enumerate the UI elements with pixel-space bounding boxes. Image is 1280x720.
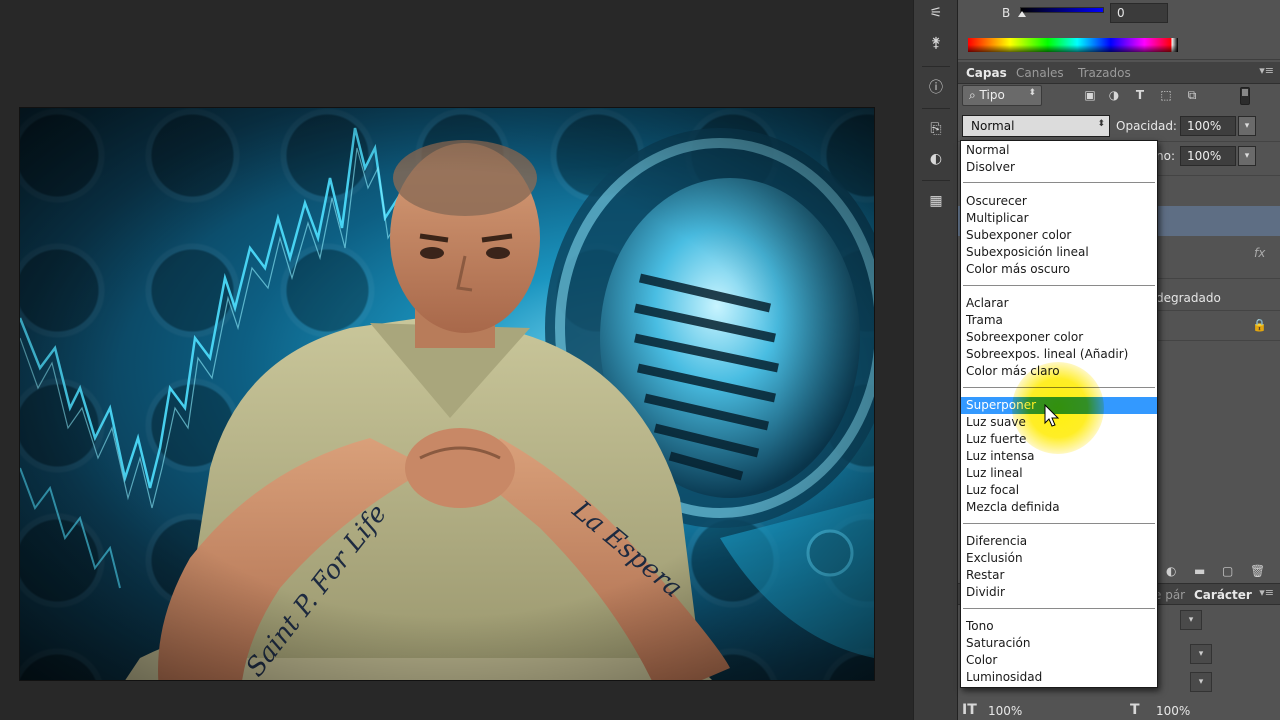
tab-trazados[interactable]: Trazados — [1078, 66, 1131, 80]
divider — [1154, 340, 1280, 341]
divider — [922, 66, 950, 67]
tab-canales[interactable]: Canales — [1016, 66, 1064, 80]
smart-object-filter-icon[interactable]: ⧉ — [1184, 87, 1200, 103]
menu-separator — [963, 523, 1155, 524]
panel-menu-icon[interactable]: ▾≡ — [1259, 64, 1274, 77]
divider — [1154, 278, 1280, 279]
blend-mode-select[interactable]: Normal ⬍ — [962, 115, 1110, 137]
menu-separator — [963, 608, 1155, 609]
menu-item-disolver[interactable]: Disolver — [961, 159, 1157, 176]
layers-panel-tabs: Capas Canales Trazados ▾≡ — [958, 62, 1280, 84]
blend-group-inversion: Diferencia Exclusión Restar Dividir — [961, 533, 1157, 601]
menu-separator — [963, 182, 1155, 183]
tab-paragraph[interactable]: e pár — [1154, 588, 1185, 602]
horizontal-scale-icon: T — [1130, 702, 1140, 718]
slider-thumb[interactable] — [1018, 11, 1026, 17]
blend-group-darken: Oscurecer Multiplicar Subexponer color S… — [961, 193, 1157, 278]
opacity-dropdown-button[interactable]: ▾ — [1238, 116, 1256, 136]
horizontal-scale-field[interactable]: 100% — [1156, 704, 1190, 718]
layer-name[interactable]: degradado — [1156, 291, 1221, 305]
new-group-icon[interactable]: ▬ — [1194, 564, 1205, 578]
channel-label: B — [1002, 6, 1011, 20]
brush-presets-icon[interactable]: ⚵ — [923, 32, 949, 54]
panel-icon-strip: ⚟ ⚵ ⓘ ⎘ ◐ ▦ — [913, 0, 958, 720]
trash-icon[interactable]: 🗑 — [1250, 564, 1265, 578]
adjustment-filter-icon[interactable]: ◑ — [1106, 87, 1122, 103]
person-figure: Saint P. For Life La Espera — [125, 140, 730, 680]
tab-capas[interactable]: Capas — [966, 66, 1007, 80]
history-icon[interactable]: ⎘ — [923, 118, 949, 140]
updown-icon: ⬍ — [1097, 119, 1105, 129]
blend-group-component: Tono Saturación Color Luminosidad — [961, 618, 1157, 686]
mouse-pointer-icon — [1044, 404, 1060, 427]
blend-group-normal: Normal Disolver — [961, 142, 1157, 176]
shape-filter-icon[interactable]: ⬚ — [1158, 87, 1174, 103]
fill-label: no: — [1156, 149, 1175, 163]
opacity-label: Opacidad: — [1116, 119, 1177, 133]
layer-actions-bar: ◐ ▬ ▢ 🗑 — [1156, 562, 1280, 582]
menu-item-oscurecer[interactable]: Oscurecer — [961, 193, 1157, 210]
adjustment-layer-icon[interactable]: ◐ — [1166, 564, 1176, 578]
pixel-filter-icon[interactable]: ▣ — [1082, 87, 1098, 103]
blend-row: Normal ⬍ Opacidad: 100% ▾ — [958, 114, 1280, 142]
menu-item-subexponer-color[interactable]: Subexponer color — [961, 227, 1157, 244]
color-panel: B 0 — [958, 0, 1280, 60]
font-style-dropdown[interactable]: ▾ — [1180, 610, 1202, 630]
menu-item-saturacion[interactable]: Saturación — [961, 635, 1157, 652]
divider — [1154, 310, 1280, 311]
menu-item-diferencia[interactable]: Diferencia — [961, 533, 1157, 550]
filter-label: Tipo — [979, 88, 1005, 102]
search-icon: ⌕ — [969, 88, 980, 102]
fill-dropdown-button[interactable]: ▾ — [1238, 146, 1256, 166]
divider — [922, 108, 950, 109]
divider — [922, 180, 950, 181]
type-filter-icon[interactable]: T — [1132, 87, 1148, 103]
leading-dropdown[interactable]: ▾ — [1190, 644, 1212, 664]
menu-item-color[interactable]: Color — [961, 652, 1157, 669]
layer-comps-icon[interactable]: ▦ — [923, 190, 949, 212]
menu-item-mezcla-definida[interactable]: Mezcla definida — [961, 499, 1157, 516]
adjustment-circle-icon[interactable]: ◐ — [923, 148, 949, 170]
menu-item-restar[interactable]: Restar — [961, 567, 1157, 584]
document-canvas-area[interactable]: Saint P. For Life La Espera — [0, 0, 913, 720]
channel-value-field[interactable]: 0 — [1110, 3, 1168, 23]
menu-item-multiplicar[interactable]: Multiplicar — [961, 210, 1157, 227]
channel-slider[interactable] — [1020, 7, 1104, 13]
adjustments-icon[interactable]: ⚟ — [923, 2, 949, 24]
panel-menu-icon[interactable]: ▾≡ — [1259, 586, 1274, 599]
divider — [1154, 175, 1280, 176]
color-spectrum-bar[interactable] — [968, 38, 1178, 52]
menu-item-luminosidad[interactable]: Luminosidad — [961, 669, 1157, 686]
menu-item-normal[interactable]: Normal — [961, 142, 1157, 159]
menu-separator — [963, 285, 1155, 286]
lock-icon: 🔒 — [1252, 318, 1267, 332]
menu-item-luz-focal[interactable]: Luz focal — [961, 482, 1157, 499]
menu-item-trama[interactable]: Trama — [961, 312, 1157, 329]
menu-item-sobreexpos-lineal[interactable]: Sobreexpos. lineal (Añadir) — [961, 346, 1157, 363]
menu-item-sobreexponer-color[interactable]: Sobreexponer color — [961, 329, 1157, 346]
menu-item-dividir[interactable]: Dividir — [961, 584, 1157, 601]
new-layer-icon[interactable]: ▢ — [1222, 564, 1233, 578]
tab-caracter[interactable]: Carácter — [1194, 588, 1252, 602]
layer-filter-row: ⌕ Tipo ⬍ ▣ ◑ T ⬚ ⧉ — [958, 85, 1280, 111]
menu-item-exclusion[interactable]: Exclusión — [961, 550, 1157, 567]
menu-item-tono[interactable]: Tono — [961, 618, 1157, 635]
fill-field[interactable]: 100% — [1180, 146, 1236, 166]
filter-toggle[interactable] — [1240, 87, 1250, 105]
vertical-scale-field[interactable]: 100% — [988, 704, 1022, 718]
artwork-image[interactable]: Saint P. For Life La Espera — [20, 108, 874, 680]
opacity-field[interactable]: 100% — [1180, 116, 1236, 136]
menu-item-aclarar[interactable]: Aclarar — [961, 295, 1157, 312]
layer-filter-select[interactable]: ⌕ Tipo ⬍ — [962, 85, 1042, 106]
blend-mode-value: Normal — [971, 119, 1015, 133]
tracking-dropdown[interactable]: ▾ — [1190, 672, 1212, 692]
vertical-scale-icon: IT — [962, 702, 977, 718]
menu-item-color-mas-oscuro[interactable]: Color más oscuro — [961, 261, 1157, 278]
menu-item-subexposicion-lineal[interactable]: Subexposición lineal — [961, 244, 1157, 261]
info-icon[interactable]: ⓘ — [923, 76, 949, 98]
fx-icon[interactable]: fx — [1254, 246, 1265, 260]
menu-item-luz-lineal[interactable]: Luz lineal — [961, 465, 1157, 482]
updown-icon: ⬍ — [1028, 88, 1036, 98]
